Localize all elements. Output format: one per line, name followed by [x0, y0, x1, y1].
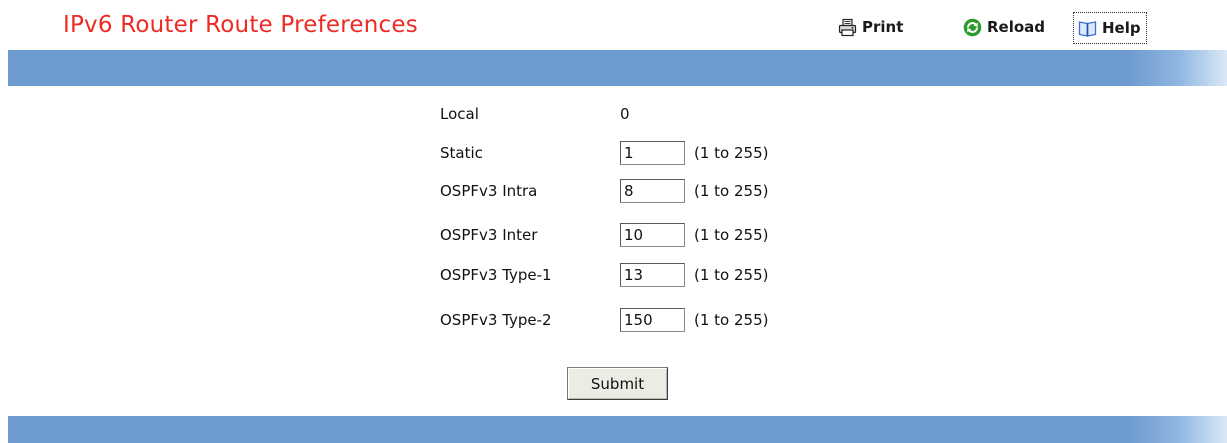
- footer-band: [8, 416, 1227, 443]
- ospfv3-intra-label: OSPFv3 Intra: [440, 182, 538, 200]
- local-value: 0: [620, 105, 630, 123]
- ospfv3-type1-range: (1 to 255): [694, 266, 769, 284]
- reload-button[interactable]: Reload: [963, 14, 1045, 40]
- static-label: Static: [440, 144, 483, 162]
- ospfv3-inter-label: OSPFv3 Inter: [440, 226, 538, 244]
- page-title: IPv6 Router Route Preferences: [63, 12, 418, 38]
- ospfv3-intra-row: OSPFv3 Intra (1 to 255): [440, 178, 768, 204]
- help-book-icon: [1078, 20, 1097, 37]
- print-button[interactable]: Print: [838, 14, 903, 40]
- help-label: Help: [1102, 19, 1141, 37]
- reload-icon: [963, 18, 982, 36]
- static-range: (1 to 255): [694, 144, 769, 162]
- ospfv3-type2-row: OSPFv3 Type-2 (1 to 255): [440, 307, 768, 333]
- ospfv3-intra-input[interactable]: [620, 179, 685, 203]
- static-input[interactable]: [620, 141, 685, 165]
- ospfv3-type1-input[interactable]: [620, 263, 685, 287]
- local-row: Local 0: [440, 101, 650, 127]
- printer-icon: [838, 18, 857, 36]
- ospfv3-type1-row: OSPFv3 Type-1 (1 to 255): [440, 262, 768, 288]
- header-band: [8, 50, 1227, 86]
- ospfv3-intra-range: (1 to 255): [694, 182, 769, 200]
- ospfv3-type2-label: OSPFv3 Type-2: [440, 311, 552, 329]
- page: IPv6 Router Route Preferences Print Relo…: [0, 0, 1227, 443]
- help-button[interactable]: Help: [1073, 12, 1147, 44]
- ospfv3-type1-label: OSPFv3 Type-1: [440, 266, 552, 284]
- static-row: Static (1 to 255): [440, 140, 768, 166]
- ospfv3-inter-row: OSPFv3 Inter (1 to 255): [440, 222, 768, 248]
- submit-button[interactable]: Submit: [567, 367, 668, 400]
- local-label: Local: [440, 105, 479, 123]
- ospfv3-type2-range: (1 to 255): [694, 311, 769, 329]
- print-label: Print: [862, 18, 904, 36]
- ospfv3-inter-input[interactable]: [620, 223, 685, 247]
- ospfv3-type2-input[interactable]: [620, 308, 685, 332]
- reload-label: Reload: [987, 18, 1046, 36]
- ospfv3-inter-range: (1 to 255): [694, 226, 769, 244]
